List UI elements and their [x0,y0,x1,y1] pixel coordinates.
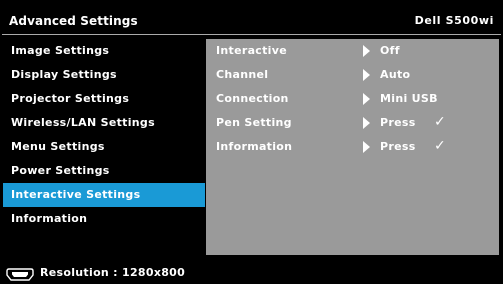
sidebar-item-label: Information [11,212,88,225]
setting-value: Press [380,140,416,153]
setting-value: Mini USB [380,92,438,105]
triangle-right-icon [363,69,370,81]
setting-row-information[interactable]: Information Press ✓ [206,135,499,159]
sidebar-item-label: Interactive Settings [11,188,141,201]
sidebar-item-interactive-settings[interactable]: Interactive Settings [3,183,205,207]
sidebar-item-power-settings[interactable]: Power Settings [3,159,205,183]
sidebar-item-image-settings[interactable]: Image Settings [3,39,205,63]
sidebar-item-label: Power Settings [11,164,110,177]
setting-value: Auto [380,68,411,81]
sidebar-menu: Image Settings Display Settings Projecto… [3,39,205,231]
setting-label: Interactive [216,44,287,57]
sidebar-item-information[interactable]: Information [3,207,205,231]
hdmi-connector-icon [6,266,34,281]
status-footer: Resolution : 1280x800 [0,262,503,284]
sidebar-item-label: Display Settings [11,68,117,81]
sidebar-item-label: Image Settings [11,44,110,57]
setting-value: Press [380,116,416,129]
triangle-right-icon [363,117,370,129]
checkmark-icon: ✓ [434,114,447,130]
setting-row-connection[interactable]: Connection Mini USB [206,87,499,111]
sidebar-item-label: Projector Settings [11,92,130,105]
triangle-right-icon [363,141,370,153]
projector-osd-screen: Advanced Settings Dell S500wi Image Sett… [0,0,503,284]
resolution-readout: Resolution : 1280x800 [40,266,186,279]
setting-row-channel[interactable]: Channel Auto [206,63,499,87]
triangle-right-icon [363,93,370,105]
osd-header: Advanced Settings Dell S500wi [0,0,503,34]
sidebar-item-projector-settings[interactable]: Projector Settings [3,87,205,111]
setting-row-interactive[interactable]: Interactive Off [206,39,499,63]
model-name: Dell S500wi [414,14,494,27]
sidebar-item-wireless-lan-settings[interactable]: Wireless/LAN Settings [3,111,205,135]
setting-row-pen-setting[interactable]: Pen Setting Press ✓ [206,111,499,135]
sidebar-item-display-settings[interactable]: Display Settings [3,63,205,87]
setting-label: Information [216,140,293,153]
sidebar-item-label: Wireless/LAN Settings [11,116,155,129]
triangle-right-icon [363,45,370,57]
menu-title: Advanced Settings [9,14,138,28]
sidebar-item-label: Menu Settings [11,140,105,153]
setting-label: Connection [216,92,289,105]
header-divider [2,34,501,35]
sidebar-item-menu-settings[interactable]: Menu Settings [3,135,205,159]
setting-label: Channel [216,68,269,81]
settings-panel: Interactive Off Channel Auto Connection … [206,39,499,255]
setting-value: Off [380,44,400,57]
setting-label: Pen Setting [216,116,292,129]
checkmark-icon: ✓ [434,138,447,154]
